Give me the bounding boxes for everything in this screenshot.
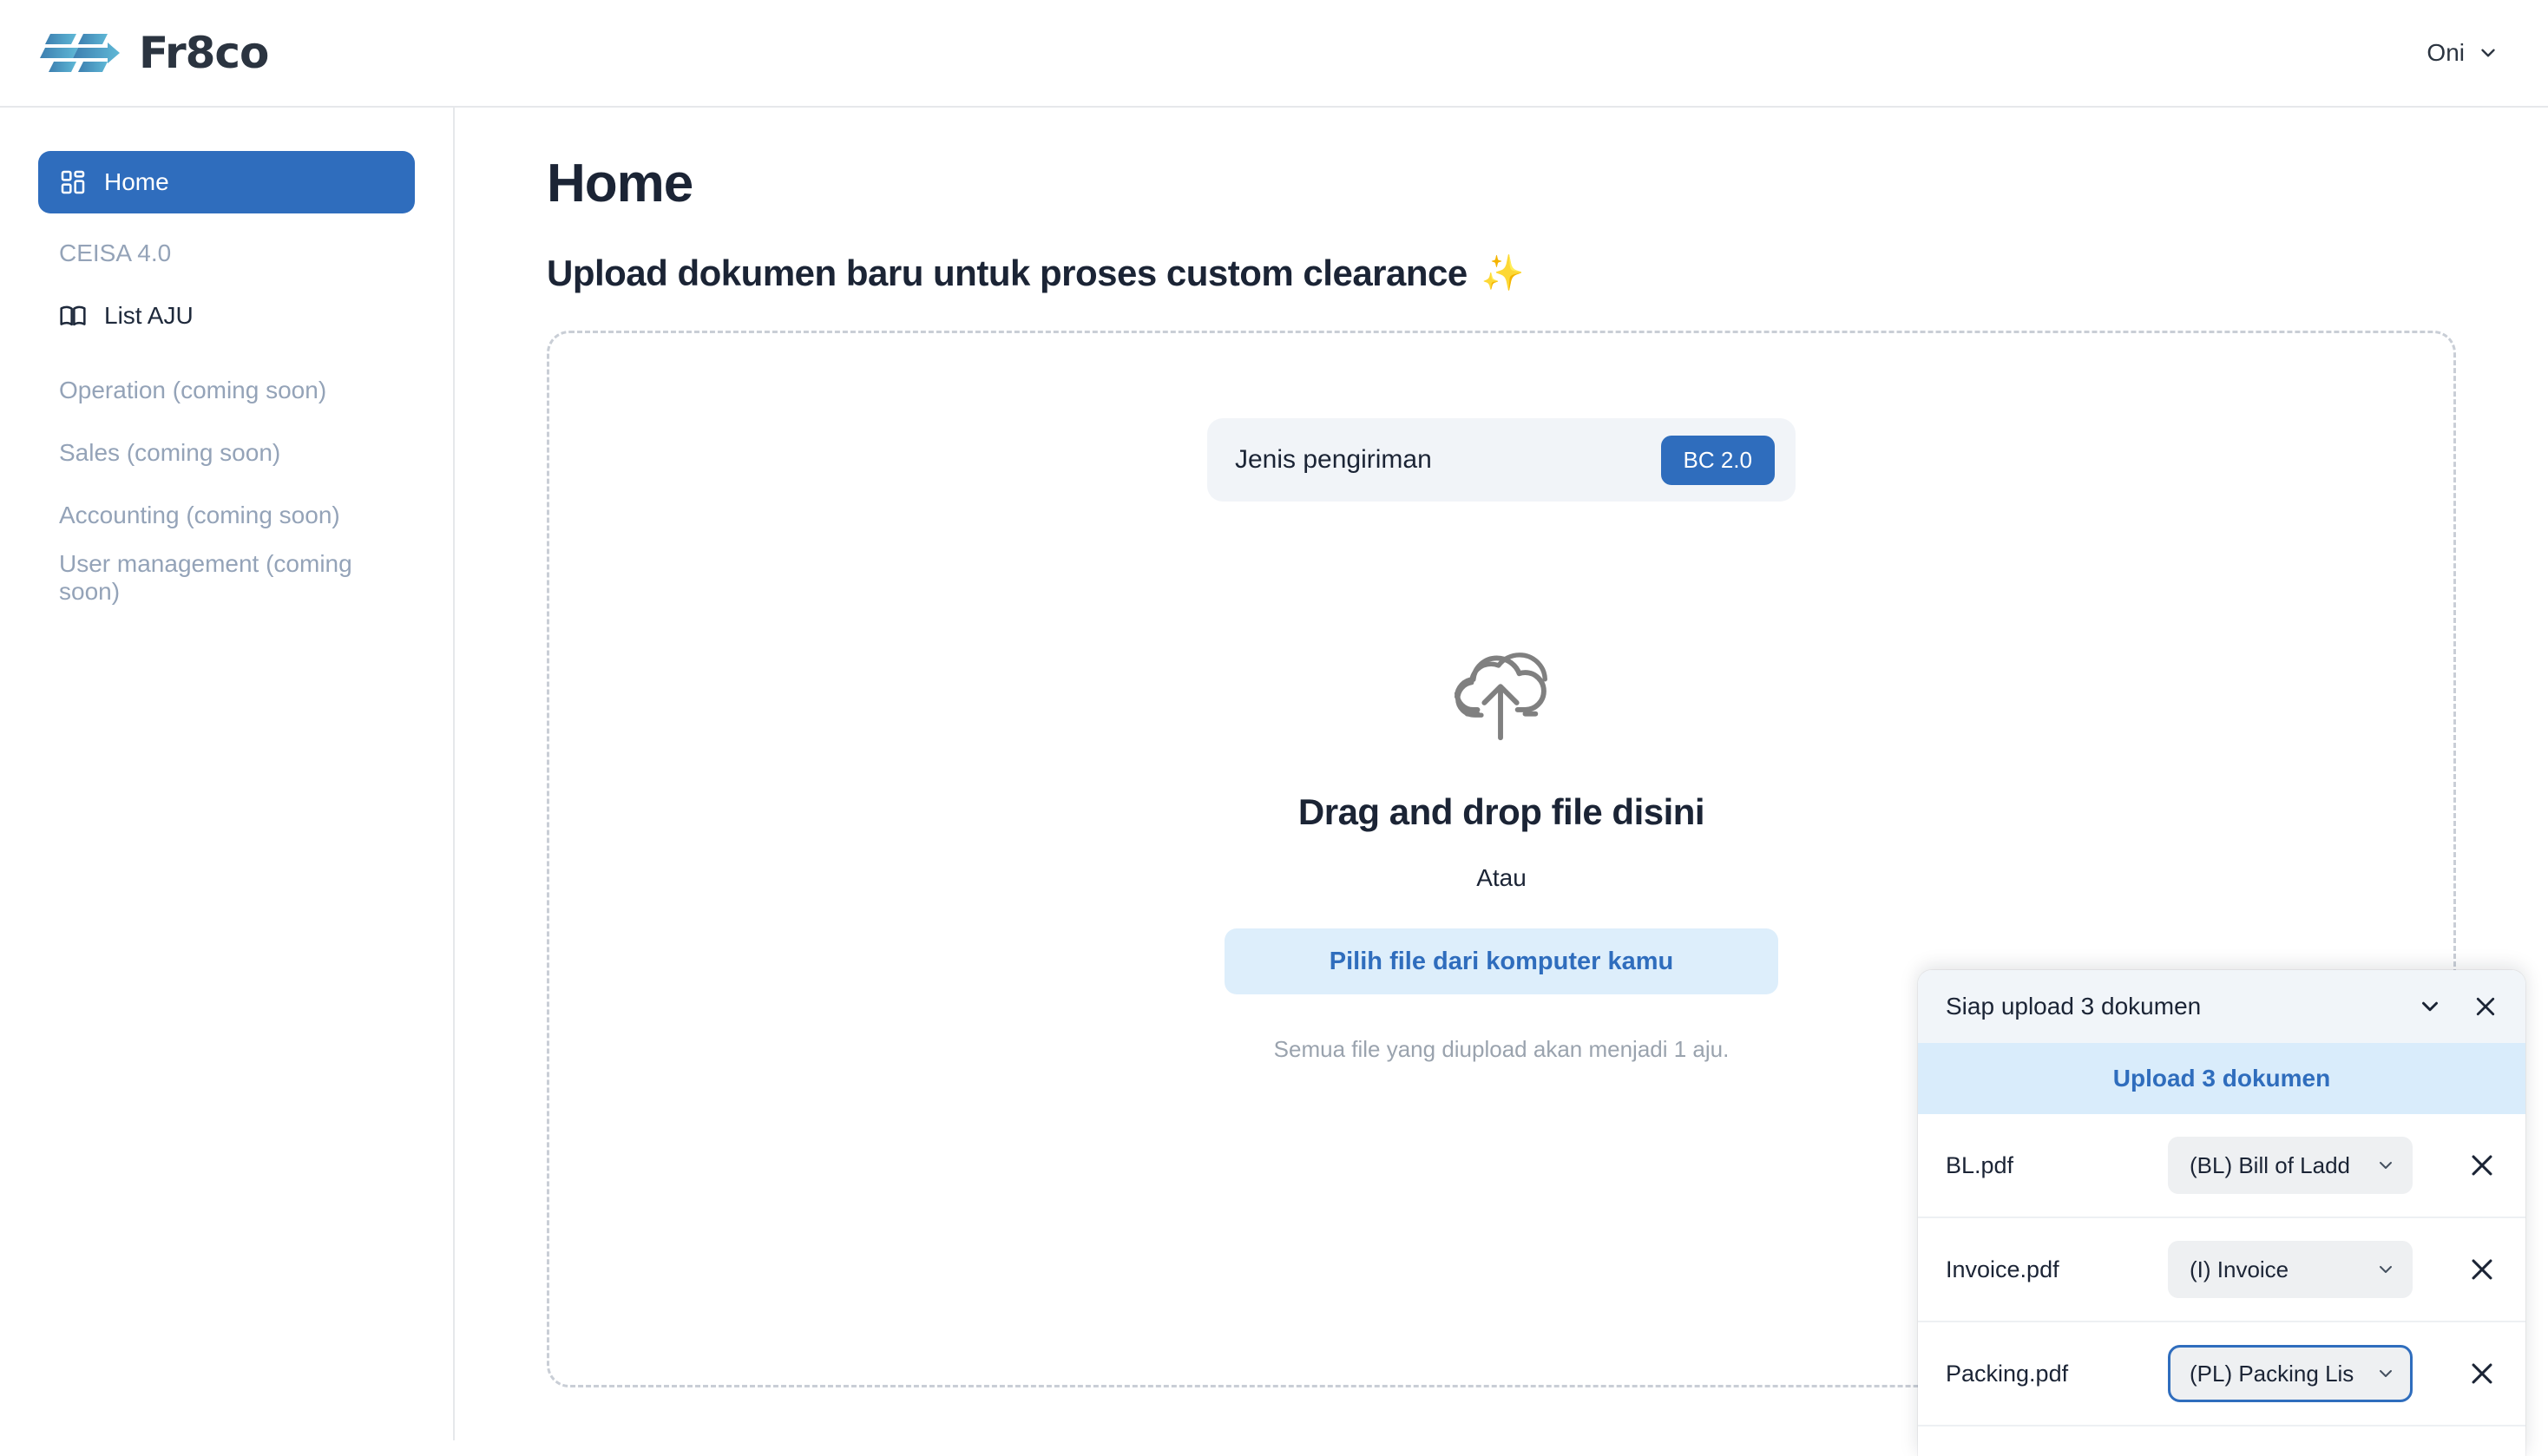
sidebar-item-list-aju[interactable]: List AJU (38, 285, 415, 347)
sidebar-item-sales: Sales (coming soon) (38, 422, 415, 484)
dropzone-or-label: Atau (1476, 864, 1527, 891)
document-type-value: (BL) Bill of Ladd (2190, 1151, 2350, 1178)
chevron-down-icon (2417, 994, 2443, 1020)
fr8co-logo-icon (38, 29, 121, 77)
document-type-select[interactable]: (I) Invoice (2168, 1241, 2413, 1298)
brand-name: Fr8co (139, 28, 269, 78)
cloud-upload-icon (1446, 649, 1557, 744)
sidebar-item-label: CEISA 4.0 (59, 239, 172, 266)
sidebar-item-label: Home (104, 168, 169, 195)
shipping-type-badge[interactable]: BC 2.0 (1660, 435, 1775, 485)
upload-panel-actions (2413, 989, 2503, 1024)
close-icon (2467, 1151, 2497, 1180)
document-type-select[interactable]: (PL) Packing Lis (2168, 1345, 2413, 1402)
upload-panel-header: Siap upload 3 dokumen (1918, 970, 2525, 1043)
sidebar-item-label: Accounting (coming soon) (59, 502, 340, 528)
sidebar-item-operation: Operation (coming soon) (38, 359, 415, 422)
page-title: Home (547, 154, 693, 213)
sparkles-icon: ✨ (1481, 254, 1525, 292)
chevron-down-icon (2375, 1363, 2396, 1384)
shipping-type-label: Jenis pengiriman (1235, 445, 1432, 474)
sidebar: Home CEISA 4.0 List AJU Operation (comin… (0, 108, 455, 1440)
sidebar-item-label: Sales (coming soon) (59, 439, 281, 466)
remove-file-button[interactable] (2461, 1353, 2503, 1394)
file-name: Invoice.pdf (1946, 1256, 2059, 1282)
chevron-down-icon (2375, 1155, 2396, 1176)
user-menu-label: Oni (2427, 39, 2465, 66)
sidebar-item-home[interactable]: Home (38, 151, 415, 213)
dropzone-note: Semua file yang diupload akan menjadi 1 … (1273, 1036, 1730, 1062)
close-icon (2467, 1359, 2497, 1388)
file-name: Packing.pdf (1946, 1360, 2069, 1387)
close-icon (2472, 994, 2499, 1020)
shipping-type-card: Jenis pengiriman BC 2.0 (1207, 418, 1796, 502)
close-icon (2467, 1255, 2497, 1284)
remove-file-button[interactable] (2461, 1249, 2503, 1290)
page-subtitle-text: Upload dokumen baru untuk proses custom … (547, 253, 1468, 293)
collapse-panel-button[interactable] (2413, 989, 2447, 1024)
table-row: BL.pdf (BL) Bill of Ladd (1918, 1114, 2525, 1218)
sidebar-item-label: Operation (coming soon) (59, 377, 327, 403)
upload-documents-button[interactable]: Upload 3 dokumen (1918, 1043, 2525, 1114)
sidebar-item-label: List AJU (104, 302, 194, 329)
document-type-value: (I) Invoice (2190, 1256, 2289, 1282)
dropzone-title: Drag and drop file disini (1297, 791, 1705, 832)
chevron-down-icon (2375, 1259, 2396, 1280)
sidebar-item-accounting: Accounting (coming soon) (38, 484, 415, 547)
book-open-icon (59, 302, 87, 330)
document-type-value: (PL) Packing Lis (2190, 1360, 2354, 1387)
page-subtitle: Upload dokumen baru untuk proses custom … (547, 253, 2456, 294)
close-panel-button[interactable] (2468, 989, 2503, 1024)
chevron-down-icon (2477, 42, 2499, 64)
pick-file-button[interactable]: Pilih file dari komputer kamu (1225, 928, 1778, 994)
user-menu[interactable]: Oni (2418, 32, 2508, 74)
table-row: Invoice.pdf (I) Invoice (1918, 1218, 2525, 1322)
sidebar-item-ceisa: CEISA 4.0 (38, 222, 415, 285)
upload-panel: Siap upload 3 dokumen Upload 3 dokumen B… (1918, 970, 2525, 1456)
table-row: Packing.pdf (PL) Packing Lis (1918, 1322, 2525, 1426)
file-name: BL.pdf (1946, 1151, 2014, 1178)
brand: Fr8co (38, 28, 269, 78)
remove-file-button[interactable] (2461, 1144, 2503, 1186)
top-bar: Fr8co Oni (0, 0, 2548, 108)
grid-dashboard-icon (59, 168, 87, 196)
sidebar-item-user-management: User management (coming soon) (38, 547, 415, 609)
upload-panel-title: Siap upload 3 dokumen (1946, 993, 2202, 1020)
sidebar-item-label: User management (coming soon) (59, 550, 352, 605)
document-type-select[interactable]: (BL) Bill of Ladd (2168, 1137, 2413, 1194)
